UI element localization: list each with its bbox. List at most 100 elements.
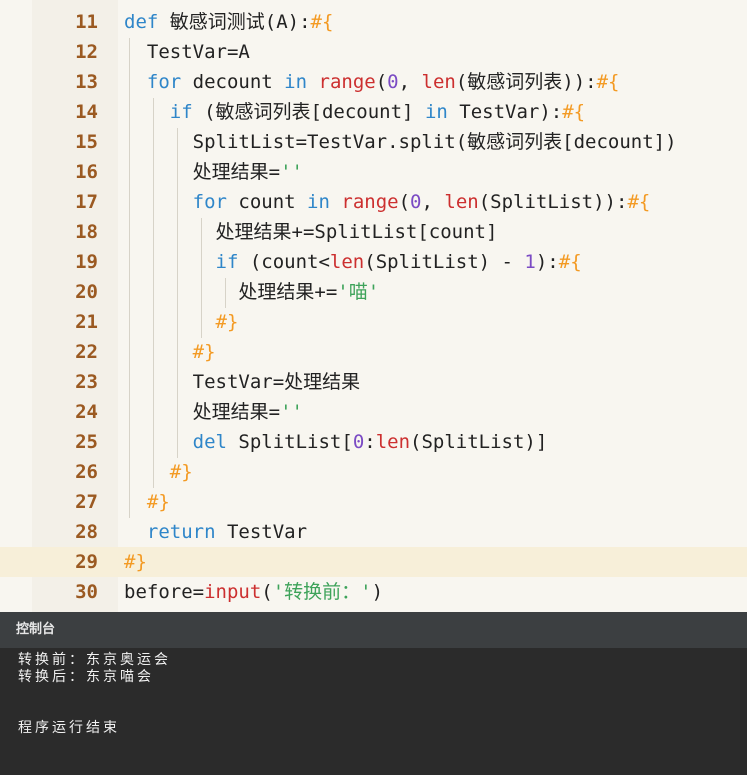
- code-text[interactable]: if (敏感词列表[decount] in TestVar):#{: [124, 97, 585, 127]
- line-number: 11: [75, 11, 98, 33]
- code-line[interactable]: 16 处理结果='': [0, 157, 747, 187]
- line-number: 17: [75, 191, 98, 213]
- code-token: 0: [352, 431, 365, 453]
- console-panel: 控制台 转换前：东京奥运会 转换后：东京喵会 程序运行结束: [0, 612, 747, 775]
- line-number: 27: [75, 491, 98, 513]
- code-line[interactable]: 17 for count in range(0, len(SplitList))…: [0, 187, 747, 217]
- line-number: 12: [75, 41, 98, 63]
- line-number: 29: [75, 551, 98, 573]
- code-token: #}: [146, 491, 170, 513]
- code-line[interactable]: 15 SplitList=TestVar.split(敏感词列表[decount…: [0, 127, 747, 157]
- code-token: 处理结果=: [124, 161, 281, 183]
- code-line[interactable]: 13 for decount in range(0, len(敏感词列表)):#…: [0, 67, 747, 97]
- code-text[interactable]: if (count<len(SplitList) - 1):#{: [124, 247, 582, 277]
- line-number: 23: [75, 371, 98, 393]
- code-text[interactable]: del SplitList[0:len(SplitList)]: [124, 427, 548, 457]
- code-token: SplitList=TestVar.split(敏感词列表[decount]): [124, 131, 677, 153]
- code-token: ):: [535, 251, 559, 273]
- code-line[interactable]: 14 if (敏感词列表[decount] in TestVar):#{: [0, 97, 747, 127]
- code-text[interactable]: TestVar=A: [124, 37, 250, 67]
- code-line[interactable]: 29 #}: [0, 547, 747, 577]
- code-line[interactable]: 30 before=input('转换前：'): [0, 577, 747, 607]
- indent-guide: [225, 278, 226, 308]
- line-number: 18: [75, 221, 98, 243]
- code-line[interactable]: 21 #}: [0, 307, 747, 337]
- code-token: SplitList[: [226, 431, 353, 453]
- code-text[interactable]: 处理结果+=SplitList[count]: [124, 217, 498, 247]
- code-token: #}: [169, 461, 193, 483]
- code-token: if: [169, 101, 193, 123]
- code-text[interactable]: #}: [124, 457, 193, 487]
- indent-guide: [201, 218, 202, 338]
- code-text[interactable]: before=input('转换前：'): [124, 577, 383, 607]
- code-text[interactable]: #}: [124, 307, 239, 337]
- code-token: 1: [524, 251, 536, 273]
- code-line[interactable]: 24 处理结果='': [0, 397, 747, 427]
- code-token: (敏感词列表[decount]: [192, 101, 425, 123]
- console-title: 控制台: [16, 622, 56, 637]
- code-text[interactable]: TestVar=处理结果: [124, 367, 361, 397]
- code-text[interactable]: for count in range(0, len(SplitList)):#{: [124, 187, 651, 217]
- code-token: #{: [627, 191, 651, 213]
- code-token: TestVar: [215, 521, 308, 543]
- line-number: 24: [75, 401, 98, 423]
- code-token: (SplitList) -: [364, 251, 525, 273]
- code-text[interactable]: #}: [124, 547, 147, 577]
- line-number: 15: [75, 131, 98, 153]
- code-text[interactable]: #}: [124, 337, 216, 367]
- code-line[interactable]: 11 def 敏感词测试(A):#{: [0, 7, 747, 37]
- code-line[interactable]: 26 #}: [0, 457, 747, 487]
- code-token: (敏感词列表)):: [455, 71, 597, 93]
- code-token: #{: [562, 101, 586, 123]
- code-text[interactable]: return TestVar: [124, 517, 307, 547]
- indent-guide: [177, 128, 178, 458]
- code-editor[interactable]: 11 def 敏感词测试(A):#{12 TestVar=A 13 for deco…: [0, 0, 747, 612]
- code-token: '喵': [337, 281, 380, 303]
- code-token: 处理结果=: [124, 401, 281, 423]
- console-output-line: 转换前：东京奥运会: [18, 652, 171, 668]
- code-token: len: [444, 191, 479, 213]
- code-token: (SplitList)]: [410, 431, 548, 453]
- code-line[interactable]: 18 处理结果+=SplitList[count]: [0, 217, 747, 247]
- code-line[interactable]: 27 #}: [0, 487, 747, 517]
- line-number: 19: [75, 251, 98, 273]
- code-token: before=: [124, 581, 205, 603]
- code-text[interactable]: 处理结果+='喵': [124, 277, 379, 307]
- code-line[interactable]: 19 if (count<len(SplitList) - 1):#{: [0, 247, 747, 277]
- code-line[interactable]: 23 TestVar=处理结果: [0, 367, 747, 397]
- code-line[interactable]: 25 del SplitList[0:len(SplitList)]: [0, 427, 747, 457]
- code-token: del: [192, 431, 227, 453]
- code-text[interactable]: SplitList=TestVar.split(敏感词列表[decount]): [124, 127, 677, 157]
- code-token: (count<: [238, 251, 330, 273]
- code-text[interactable]: 处理结果='': [124, 157, 303, 187]
- code-token: #}: [215, 311, 239, 333]
- code-token: (SplitList)):: [478, 191, 628, 213]
- console-output-line: 程序运行结束: [18, 720, 120, 736]
- code-token: def: [124, 11, 170, 33]
- code-token: #{: [558, 251, 582, 273]
- code-token: #{: [310, 11, 334, 33]
- code-token: len: [329, 251, 365, 273]
- code-token: #{: [596, 71, 620, 93]
- code-token: 敏感词测试(A):: [169, 11, 311, 33]
- code-text[interactable]: 处理结果='': [124, 397, 303, 427]
- code-text[interactable]: #}: [124, 487, 170, 517]
- code-token: len: [421, 71, 456, 93]
- code-line[interactable]: 20 处理结果+='喵': [0, 277, 747, 307]
- code-token: 处理结果+=SplitList[count]: [124, 221, 498, 243]
- code-token: :: [364, 431, 376, 453]
- line-number: 13: [75, 71, 98, 93]
- code-token: ,: [421, 191, 445, 213]
- code-text[interactable]: def 敏感词测试(A):#{: [124, 7, 333, 37]
- code-token: len: [375, 431, 411, 453]
- code-line[interactable]: 22 #}: [0, 337, 747, 367]
- code-line[interactable]: 28 return TestVar: [0, 517, 747, 547]
- code-line[interactable]: 12 TestVar=A: [0, 37, 747, 67]
- code-token: range: [318, 71, 376, 93]
- code-text[interactable]: for decount in range(0, len(敏感词列表)):#{: [124, 67, 620, 97]
- line-number: 28: [75, 521, 98, 543]
